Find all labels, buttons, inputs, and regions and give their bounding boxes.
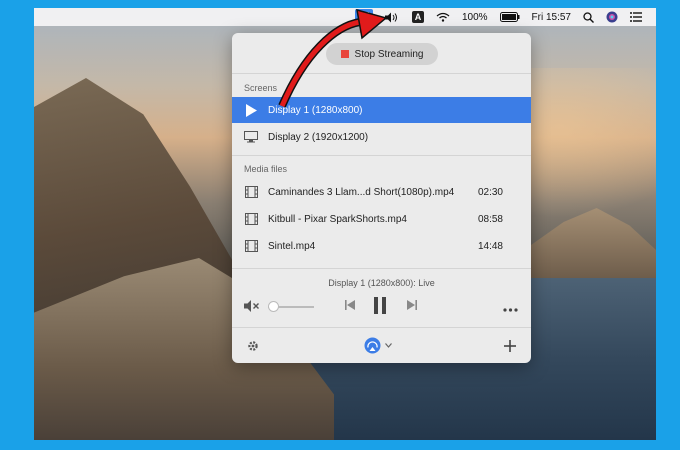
- media-item-kitbull[interactable]: Kitbull - Pixar SparkShorts.mp4 08:58: [232, 206, 531, 232]
- media-files-label: Media files: [244, 164, 288, 174]
- input-source-icon[interactable]: A: [411, 11, 424, 23]
- battery-percent: 100%: [461, 11, 488, 23]
- next-icon[interactable]: [406, 299, 418, 314]
- film-icon: [244, 213, 258, 225]
- airplay-icon: [364, 337, 381, 354]
- clock[interactable]: Fri 15:57: [532, 12, 571, 23]
- chevron-down-icon: [385, 340, 392, 351]
- pause-icon[interactable]: [373, 297, 387, 317]
- media-item-label: Sintel.mp4: [268, 240, 316, 252]
- more-options-icon[interactable]: [503, 304, 518, 315]
- panel-footer: [232, 335, 531, 359]
- screen-item-display-2[interactable]: Display 2 (1920x1200): [232, 124, 531, 150]
- annotation-arrow: [278, 8, 388, 108]
- film-icon: [244, 186, 258, 198]
- siri-icon[interactable]: [606, 11, 618, 23]
- media-item-duration: 14:48: [477, 240, 503, 252]
- screen-item-label: Display 2 (1920x1200): [268, 131, 369, 143]
- airplay-device-selector[interactable]: [364, 337, 392, 354]
- previous-icon[interactable]: [344, 299, 356, 314]
- monitor-icon: [244, 131, 258, 143]
- search-icon[interactable]: [583, 11, 594, 23]
- playback-controls: [232, 295, 531, 319]
- volume-slider-knob[interactable]: [268, 301, 279, 312]
- mute-icon[interactable]: [244, 299, 260, 316]
- media-item-label: Kitbull - Pixar SparkShorts.mp4: [268, 213, 407, 225]
- add-icon[interactable]: [504, 340, 516, 355]
- battery-icon[interactable]: [499, 12, 520, 22]
- notification-center-icon[interactable]: [630, 12, 642, 22]
- wifi-icon[interactable]: [436, 12, 450, 22]
- film-icon: [244, 240, 258, 252]
- settings-gear-icon[interactable]: [247, 340, 259, 355]
- media-item-caminandes[interactable]: Caminandes 3 Llam...d Short(1080p).mp4 0…: [232, 179, 531, 205]
- media-item-duration: 08:58: [477, 213, 503, 225]
- stream-status: Display 1 (1280x800): Live: [328, 278, 435, 288]
- media-item-sintel[interactable]: Sintel.mp4 14:48: [232, 233, 531, 259]
- media-item-duration: 02:30: [477, 186, 503, 198]
- play-icon: [244, 103, 258, 117]
- media-item-label: Caminandes 3 Llam...d Short(1080p).mp4: [268, 186, 455, 198]
